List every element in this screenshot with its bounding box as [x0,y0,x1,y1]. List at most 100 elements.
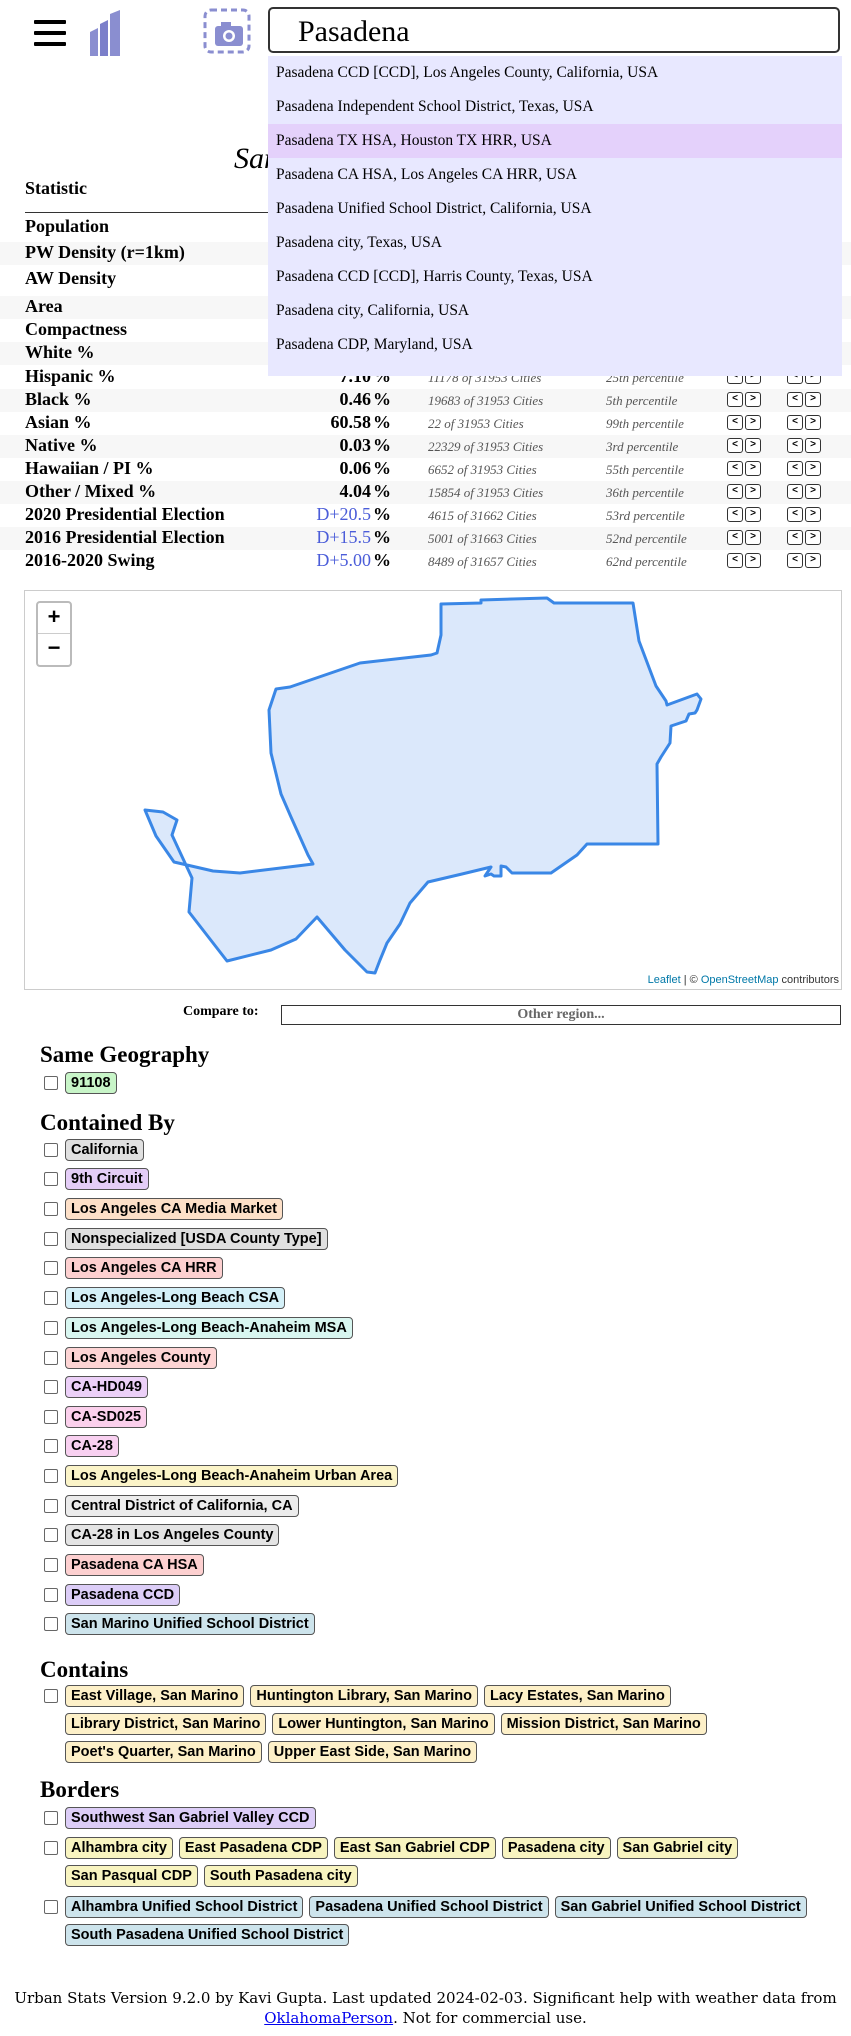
stat-name[interactable]: Asian % [25,412,92,433]
suggestion-item[interactable]: Pasadena Unified School District, Califo… [268,192,842,226]
prev-button[interactable]: < [787,553,803,568]
prev-button[interactable]: < [727,530,743,545]
prev-button[interactable]: < [727,461,743,476]
oklahomaperson-link[interactable]: OklahomaPerson [264,2009,393,2027]
region-link[interactable]: CA-HD049 [65,1376,148,1398]
stat-name[interactable]: Population [25,216,109,237]
region-link[interactable]: Huntington Library, San Marino [250,1685,478,1707]
region-link[interactable]: San Gabriel Unified School District [554,1896,807,1918]
region-link[interactable]: San Gabriel city [616,1837,739,1859]
region-link[interactable]: East Pasadena CDP [178,1837,328,1859]
region-link[interactable]: Nonspecialized [USDA County Type] [65,1228,328,1250]
region-link[interactable]: San Marino Unified School District [65,1613,315,1635]
compare-checkbox[interactable] [44,1617,58,1631]
compare-checkbox[interactable] [44,1172,58,1186]
compare-checkbox[interactable] [44,1841,58,1855]
suggestion-item[interactable]: Pasadena Independent School District, Te… [268,90,842,124]
region-link[interactable]: Los Angeles CA HRR [65,1257,223,1279]
compare-checkbox[interactable] [44,1291,58,1305]
stat-name[interactable]: Native % [25,435,97,456]
region-link[interactable]: Los Angeles CA Media Market [65,1198,284,1220]
next-button[interactable]: > [745,553,761,568]
region-link[interactable]: Southwest San Gabriel Valley CCD [65,1807,316,1829]
prev-button[interactable]: < [727,484,743,499]
logo-icon[interactable] [88,10,122,56]
region-link[interactable]: Mission District, San Marino [500,1713,707,1735]
compare-checkbox[interactable] [44,1588,58,1602]
compare-checkbox[interactable] [44,1469,58,1483]
region-link[interactable]: Los Angeles-Long Beach-Anaheim MSA [65,1317,353,1339]
next-button[interactable]: > [745,507,761,522]
region-link[interactable]: Pasadena CCD [65,1584,181,1606]
prev-button[interactable]: < [787,392,803,407]
stat-name[interactable]: Area [25,296,63,317]
region-link[interactable]: Alhambra city [65,1837,173,1859]
next-button[interactable]: > [805,392,821,407]
compare-checkbox[interactable] [44,1321,58,1335]
region-link[interactable]: Los Angeles County [65,1347,217,1369]
suggestion-item[interactable]: Pasadena CCD [CCD], Harris County, Texas… [268,260,842,294]
compare-checkbox[interactable] [44,1380,58,1394]
region-link[interactable]: Alhambra Unified School District [65,1896,304,1918]
compare-checkbox[interactable] [44,1143,58,1157]
stat-name[interactable]: 2020 Presidential Election [25,504,225,525]
prev-button[interactable]: < [727,507,743,522]
next-button[interactable]: > [745,392,761,407]
prev-button[interactable]: < [727,553,743,568]
compare-checkbox[interactable] [44,1202,58,1216]
compare-input[interactable]: Other region... [281,1005,841,1025]
camera-icon[interactable] [203,8,251,54]
next-button[interactable]: > [745,530,761,545]
zoom-in-button[interactable]: + [38,603,70,634]
suggestion-item[interactable]: Pasadena city, Texas, USA [268,226,842,260]
suggestion-item[interactable]: Pasadena TX HSA, Houston TX HRR, USA [268,124,842,158]
prev-button[interactable]: < [727,438,743,453]
stat-name[interactable]: PW Density (r=1km) [25,242,185,263]
region-link[interactable]: California [65,1139,144,1161]
suggestion-item[interactable]: Pasadena CA HSA, Los Angeles CA HRR, USA [268,158,842,192]
region-link[interactable]: Central District of California, CA [65,1495,299,1517]
search-input[interactable]: Pasadena [268,7,840,53]
region-link[interactable]: Library District, San Marino [65,1713,267,1735]
compare-checkbox[interactable] [44,1261,58,1275]
region-link[interactable]: Lacy Estates, San Marino [483,1685,671,1707]
region-link[interactable]: CA-SD025 [65,1406,148,1428]
next-button[interactable]: > [805,415,821,430]
region-link[interactable]: Lower Huntington, San Marino [272,1713,495,1735]
next-button[interactable]: > [745,484,761,499]
stat-name[interactable]: Compactness [25,319,127,340]
region-link[interactable]: Pasadena Unified School District [309,1896,549,1918]
stat-name[interactable]: Other / Mixed % [25,481,156,502]
region-link[interactable]: Poet's Quarter, San Marino [65,1741,262,1763]
region-link[interactable]: 9th Circuit [65,1168,149,1190]
compare-checkbox[interactable] [44,1811,58,1825]
stat-name[interactable]: 2016 Presidential Election [25,527,225,548]
map[interactable] [24,590,842,990]
region-link[interactable]: East San Gabriel CDP [333,1837,496,1859]
next-button[interactable]: > [805,484,821,499]
compare-checkbox[interactable] [44,1410,58,1424]
compare-checkbox[interactable] [44,1232,58,1246]
region-link[interactable]: Pasadena CA HSA [65,1554,204,1576]
region-link[interactable]: CA-28 in Los Angeles County [65,1524,280,1546]
stat-name[interactable]: AW Density [25,268,116,289]
prev-button[interactable]: < [727,392,743,407]
next-button[interactable]: > [805,507,821,522]
prev-button[interactable]: < [787,461,803,476]
suggestion-item[interactable]: Pasadena CCD [CCD], Los Angeles County, … [268,56,842,90]
compare-checkbox[interactable] [44,1439,58,1453]
prev-button[interactable]: < [787,507,803,522]
region-link[interactable]: Los Angeles-Long Beach-Anaheim Urban Are… [65,1465,399,1487]
stat-name[interactable]: White % [25,342,95,363]
compare-checkbox[interactable] [44,1351,58,1365]
suggestion-item[interactable]: Pasadena city, California, USA [268,294,842,328]
region-link[interactable]: East Village, San Marino [65,1685,245,1707]
compare-checkbox[interactable] [44,1528,58,1542]
next-button[interactable]: > [745,438,761,453]
stat-name[interactable]: 2016-2020 Swing [25,550,155,571]
region-link[interactable]: Pasadena city [501,1837,611,1859]
next-button[interactable]: > [805,438,821,453]
stat-name[interactable]: Hispanic % [25,366,116,387]
prev-button[interactable]: < [787,415,803,430]
compare-checkbox[interactable] [44,1076,58,1090]
